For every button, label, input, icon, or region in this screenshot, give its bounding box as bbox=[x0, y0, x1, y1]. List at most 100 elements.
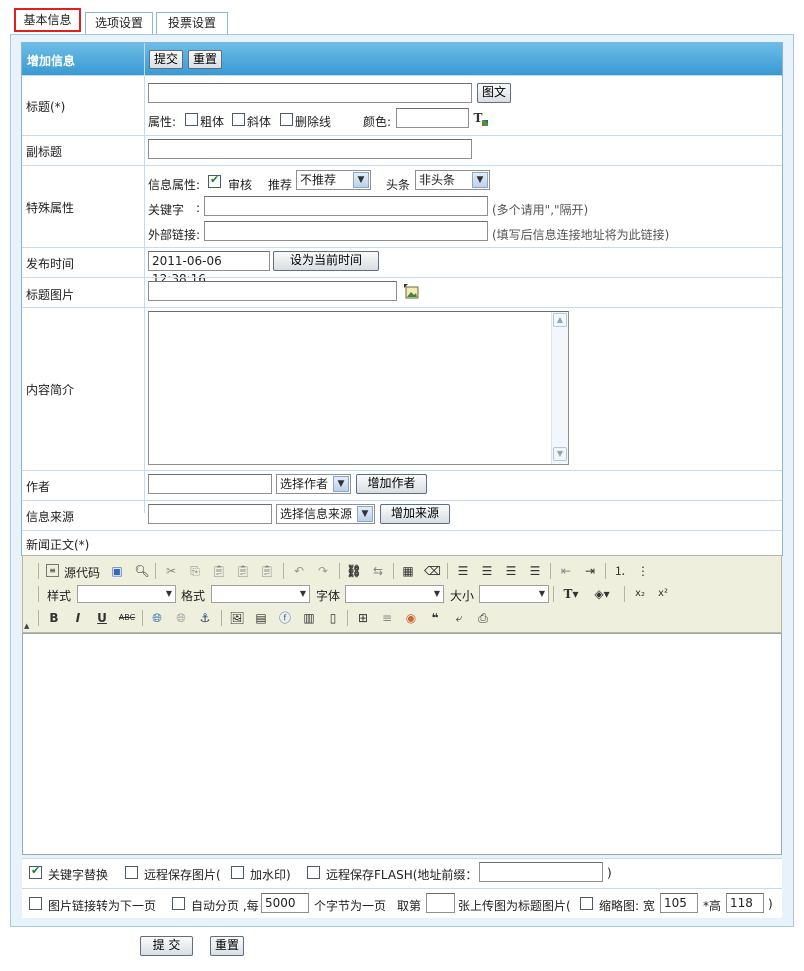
submit-button-top[interactable]: 提交 bbox=[149, 50, 183, 69]
copy-icon[interactable]: ⎘ bbox=[187, 563, 203, 579]
background-color-icon[interactable]: ◈▾ bbox=[590, 586, 614, 602]
summary-scrollbar[interactable]: ▲ ▼ bbox=[551, 312, 568, 464]
select-all-icon[interactable]: ▦ bbox=[400, 563, 416, 579]
keyword-replace-checkbox[interactable] bbox=[29, 864, 42, 879]
paste-word-icon[interactable]: 📋︎ bbox=[259, 563, 275, 579]
outdent-icon[interactable]: ⇤ bbox=[558, 563, 574, 579]
title-input[interactable] bbox=[148, 83, 472, 103]
scroll-up-icon[interactable]: ▲ bbox=[553, 313, 567, 327]
publish-time-input[interactable]: 2011-06-06 12:38:16 bbox=[148, 251, 270, 286]
flash-prefix-input[interactable] bbox=[479, 862, 603, 882]
insert-media-icon[interactable]: ▤ bbox=[253, 610, 269, 626]
font-select[interactable]: ▼ bbox=[345, 585, 444, 603]
source-select[interactable]: 选择信息来源 ▼ bbox=[276, 504, 375, 524]
italic-checkbox[interactable] bbox=[232, 113, 245, 126]
author-select[interactable]: 选择作者 ▼ bbox=[276, 474, 351, 494]
preview-icon[interactable]: 🔍︎ bbox=[134, 563, 150, 579]
insert-flash-icon[interactable]: ⓕ bbox=[277, 610, 293, 626]
subtitle-input[interactable] bbox=[148, 139, 472, 159]
ordered-list-icon[interactable]: ⒈ bbox=[612, 563, 628, 579]
cut-icon[interactable]: ✂ bbox=[163, 563, 179, 579]
subscript-icon[interactable]: x₂ bbox=[632, 586, 648, 602]
take-index-input[interactable] bbox=[426, 893, 455, 913]
redo-icon[interactable]: ↷ bbox=[315, 563, 331, 579]
page-size-input[interactable]: 5000 bbox=[261, 893, 309, 913]
align-left-icon[interactable]: ☰ bbox=[455, 563, 471, 579]
external-link-input[interactable] bbox=[204, 221, 488, 241]
keyword-input[interactable] bbox=[204, 196, 488, 216]
set-current-time-button[interactable]: 设为当前时间 bbox=[273, 251, 379, 271]
title-image-input[interactable] bbox=[148, 281, 397, 301]
page-break-icon[interactable]: ⤶ bbox=[451, 610, 467, 626]
strike-checkbox[interactable] bbox=[280, 113, 293, 126]
superscript-icon[interactable]: x² bbox=[655, 586, 671, 602]
insert-image-icon[interactable]: 🖼︎ bbox=[229, 610, 245, 626]
text-color-icon[interactable]: T▾ bbox=[559, 586, 583, 602]
align-center-icon[interactable]: ☰ bbox=[479, 563, 495, 579]
remote-save-image-checkbox[interactable] bbox=[125, 866, 138, 879]
add-author-button[interactable]: 增加作者 bbox=[356, 474, 427, 494]
color-input[interactable] bbox=[396, 108, 469, 128]
author-input[interactable] bbox=[148, 474, 272, 494]
replace-icon[interactable]: ⇆ bbox=[370, 563, 386, 579]
color-picker-icon[interactable]: T bbox=[473, 110, 489, 126]
size-select[interactable]: ▼ bbox=[479, 585, 549, 603]
thumbnail-checkbox[interactable] bbox=[580, 897, 593, 910]
link-icon[interactable]: 🌐︎ bbox=[149, 610, 165, 626]
insert-file-icon[interactable]: ▥ bbox=[301, 610, 317, 626]
reset-button[interactable]: 重置 bbox=[210, 936, 244, 956]
scroll-down-icon[interactable]: ▼ bbox=[553, 447, 567, 461]
format-select[interactable]: ▼ bbox=[211, 585, 310, 603]
insert-table-icon[interactable]: ⊞ bbox=[355, 610, 371, 626]
thumbnail-height-input[interactable]: 118 bbox=[726, 893, 764, 913]
unlink-icon[interactable]: 🌐︎ bbox=[173, 610, 189, 626]
tab-option-settings[interactable]: 选项设置 bbox=[85, 12, 153, 34]
source-code-icon[interactable]: ≡ bbox=[46, 564, 59, 577]
italic-icon[interactable]: I bbox=[70, 610, 86, 626]
add-source-button[interactable]: 增加来源 bbox=[380, 504, 450, 524]
undo-icon[interactable]: ↶ bbox=[291, 563, 307, 579]
image-upload-icon[interactable] bbox=[403, 283, 419, 299]
unordered-list-icon[interactable]: ⋮ bbox=[635, 563, 651, 579]
tab-basic-info[interactable]: 基本信息 bbox=[14, 8, 81, 32]
submit-button[interactable]: 提 交 bbox=[140, 936, 193, 956]
special-char-icon[interactable]: ⎙ bbox=[475, 610, 491, 626]
strikethrough-icon[interactable]: ABC bbox=[117, 610, 137, 626]
chevron-down-icon: ▼ bbox=[165, 589, 173, 598]
remove-format-icon[interactable]: ⌫ bbox=[424, 563, 441, 579]
insert-page-icon[interactable]: ▯ bbox=[325, 610, 341, 626]
headline-select[interactable]: 非头条 ▼ bbox=[415, 170, 490, 190]
bold-icon[interactable]: B bbox=[46, 610, 62, 626]
watermark-checkbox[interactable] bbox=[231, 866, 244, 879]
paste-icon[interactable]: 📋︎ bbox=[211, 563, 227, 579]
thumbnail-width-input[interactable]: 105 bbox=[660, 893, 698, 913]
new-page-icon[interactable]: ▣ bbox=[109, 563, 125, 579]
image-next-page-checkbox[interactable] bbox=[29, 897, 42, 910]
reset-button-top[interactable]: 重置 bbox=[188, 50, 222, 69]
underline-icon[interactable]: U bbox=[94, 610, 110, 626]
paste-text-icon[interactable]: 📋︎ bbox=[235, 563, 251, 579]
source-code-button[interactable]: 源代码 bbox=[64, 564, 100, 581]
align-justify-icon[interactable]: ☰ bbox=[527, 563, 543, 579]
anchor-icon[interactable]: ⚓ bbox=[197, 610, 213, 626]
smiley-icon[interactable]: ◉ bbox=[403, 610, 419, 626]
tuwen-button[interactable]: 图文 bbox=[477, 83, 511, 103]
quote-icon[interactable]: ❝ bbox=[427, 610, 443, 626]
bold-checkbox[interactable] bbox=[185, 113, 198, 126]
remote-save-flash-checkbox[interactable] bbox=[307, 866, 320, 879]
align-right-icon[interactable]: ☰ bbox=[503, 563, 519, 579]
summary-textarea[interactable] bbox=[148, 311, 569, 465]
indent-icon[interactable]: ⇥ bbox=[582, 563, 598, 579]
take-label: 取第 bbox=[397, 899, 422, 913]
recommend-select[interactable]: 不推荐 ▼ bbox=[296, 170, 371, 190]
audit-checkbox[interactable] bbox=[208, 173, 221, 188]
collapse-toolbar-icon[interactable]: ▲ bbox=[24, 622, 29, 630]
source-input[interactable] bbox=[148, 504, 272, 524]
auto-paging-checkbox[interactable] bbox=[172, 897, 185, 910]
find-icon[interactable]: ⛓︎ bbox=[346, 563, 362, 579]
tab-vote-settings[interactable]: 投票设置 bbox=[156, 12, 228, 34]
horizontal-rule-icon[interactable]: ≡ bbox=[379, 610, 395, 626]
style-select[interactable]: ▼ bbox=[77, 585, 176, 603]
content-editor[interactable] bbox=[22, 633, 782, 855]
recommend-label: 推荐 bbox=[268, 178, 293, 192]
